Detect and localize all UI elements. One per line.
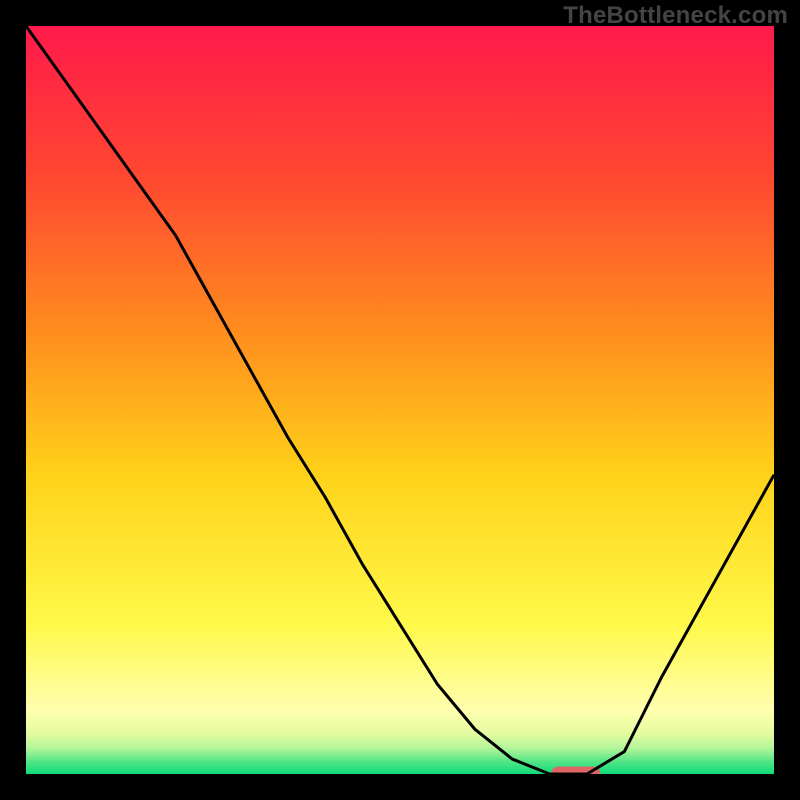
chart-frame: TheBottleneck.com: [0, 0, 800, 800]
heat-background: [26, 26, 774, 774]
watermark-text: TheBottleneck.com: [563, 2, 788, 30]
plot-area: [26, 26, 774, 774]
chart-svg: [26, 26, 774, 774]
